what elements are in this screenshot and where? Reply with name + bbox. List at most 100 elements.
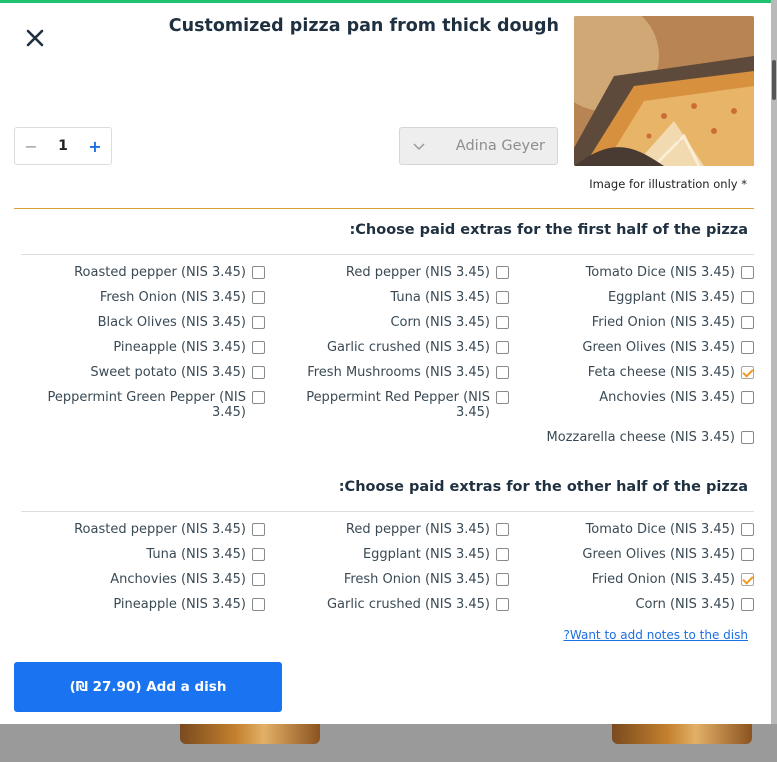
extra-option[interactable]: Peppermint Green Pepper (NIS 3.45) [20, 390, 265, 420]
extra-option-label: Pineapple (NIS 3.45) [113, 340, 246, 355]
extra-checkbox[interactable] [741, 341, 754, 354]
extra-option[interactable]: Eggplant (NIS 3.45) [260, 547, 509, 562]
extra-checkbox[interactable] [496, 573, 509, 586]
extra-checkbox[interactable] [252, 598, 265, 611]
extra-option-label: Red pepper (NIS 3.45) [345, 522, 490, 537]
extra-option[interactable]: Corn (NIS 3.45) [490, 597, 754, 612]
extra-checkbox[interactable] [252, 266, 265, 279]
extra-checkbox[interactable] [496, 598, 509, 611]
extra-option[interactable]: Green Olives (NIS 3.45) [490, 340, 754, 355]
extra-checkbox[interactable] [741, 523, 754, 536]
image-disclaimer: Image for illustration only * [589, 177, 747, 191]
extra-option-label: Feta cheese (NIS 3.45) [587, 365, 735, 380]
extra-option[interactable]: Anchovies (NIS 3.45) [490, 390, 754, 405]
extra-option[interactable]: Tomato Dice (NIS 3.45) [490, 522, 754, 537]
extra-option[interactable]: Green Olives (NIS 3.45) [490, 547, 754, 562]
extra-option[interactable]: Roasted pepper (NIS 3.45) [20, 522, 265, 537]
extra-option-label: Garlic crushed (NIS 3.45) [326, 597, 490, 612]
quantity-increase-button[interactable]: + [79, 137, 111, 156]
extra-checkbox[interactable] [741, 366, 754, 379]
dish-modal: Customized pizza pan from thick dough Im… [0, 0, 771, 724]
extra-option[interactable]: Eggplant (NIS 3.45) [490, 290, 754, 305]
divider [14, 208, 754, 209]
extra-option-label: Tuna (NIS 3.45) [146, 547, 246, 562]
extra-checkbox[interactable] [252, 573, 265, 586]
extra-option-label: Peppermint Red Pepper (NIS 3.45) [306, 390, 490, 420]
extra-checkbox[interactable] [496, 548, 509, 561]
extra-option[interactable]: Tuna (NIS 3.45) [20, 547, 265, 562]
extra-checkbox[interactable] [496, 523, 509, 536]
extra-option-label: Fresh Onion (NIS 3.45) [343, 572, 490, 587]
diner-select[interactable]: Adina Geyer [399, 127, 558, 165]
extra-option-label: Roasted pepper (NIS 3.45) [74, 522, 246, 537]
background-dish-image [180, 724, 320, 744]
extra-option-label: Fried Onion (NIS 3.45) [591, 572, 735, 587]
extra-option[interactable]: Mozzarella cheese (NIS 3.45) [490, 430, 754, 445]
extra-option[interactable]: Fresh Onion (NIS 3.45) [260, 572, 509, 587]
close-icon [26, 29, 44, 47]
extra-checkbox[interactable] [496, 341, 509, 354]
extra-option-label: Anchovies (NIS 3.45) [110, 572, 246, 587]
close-button[interactable] [22, 25, 48, 51]
extra-option-label: Green Olives (NIS 3.45) [582, 547, 735, 562]
extra-option-label: Red pepper (NIS 3.45) [345, 265, 490, 280]
extra-option[interactable]: Garlic crushed (NIS 3.45) [260, 597, 509, 612]
extra-checkbox[interactable] [741, 291, 754, 304]
extra-option[interactable]: Corn (NIS 3.45) [260, 315, 509, 330]
extra-checkbox[interactable] [741, 431, 754, 444]
add-notes-link[interactable]: ?Want to add notes to the dish [564, 628, 749, 642]
extra-option[interactable]: Red pepper (NIS 3.45) [260, 522, 509, 537]
first-half-extras-title: :Choose paid extras for the first half o… [349, 222, 748, 238]
extra-option-label: Corn (NIS 3.45) [390, 315, 490, 330]
extra-option[interactable]: Fresh Mushrooms (NIS 3.45) [260, 365, 509, 380]
extra-option[interactable]: Feta cheese (NIS 3.45) [490, 365, 754, 380]
extra-checkbox[interactable] [252, 291, 265, 304]
extra-checkbox[interactable] [496, 391, 509, 404]
page-scrollbar[interactable] [771, 0, 777, 724]
extra-option[interactable]: Garlic crushed (NIS 3.45) [260, 340, 509, 355]
extra-option[interactable]: Tuna (NIS 3.45) [260, 290, 509, 305]
extra-checkbox[interactable] [741, 316, 754, 329]
extra-option-label: Fresh Onion (NIS 3.45) [99, 290, 246, 305]
extra-option-label: Garlic crushed (NIS 3.45) [326, 340, 490, 355]
extra-checkbox[interactable] [496, 366, 509, 379]
section-divider [21, 511, 754, 512]
extra-option-label: Corn (NIS 3.45) [635, 597, 735, 612]
add-dish-button[interactable]: (₪ 27.90) Add a dish [14, 662, 282, 712]
extra-option[interactable]: Tomato Dice (NIS 3.45) [490, 265, 754, 280]
page-scrollbar-thumb[interactable] [772, 60, 776, 100]
extra-option[interactable]: Fried Onion (NIS 3.45) [490, 572, 754, 587]
extra-checkbox[interactable] [252, 366, 265, 379]
quantity-decrease-button[interactable]: − [15, 137, 47, 156]
extra-option-label: Peppermint Green Pepper (NIS 3.45) [47, 390, 246, 420]
extra-checkbox[interactable] [741, 266, 754, 279]
extra-checkbox[interactable] [496, 266, 509, 279]
extra-option[interactable]: Pineapple (NIS 3.45) [20, 597, 265, 612]
extra-checkbox[interactable] [252, 391, 265, 404]
extra-option[interactable]: Fresh Onion (NIS 3.45) [20, 290, 265, 305]
extra-checkbox[interactable] [741, 391, 754, 404]
extra-option[interactable]: Peppermint Red Pepper (NIS 3.45) [260, 390, 509, 420]
extra-checkbox[interactable] [252, 548, 265, 561]
extra-option-label: Black Olives (NIS 3.45) [97, 315, 246, 330]
extra-option[interactable]: Roasted pepper (NIS 3.45) [20, 265, 265, 280]
quantity-stepper: − 1 + [14, 127, 112, 165]
extra-option-label: Roasted pepper (NIS 3.45) [74, 265, 246, 280]
extra-option[interactable]: Pineapple (NIS 3.45) [20, 340, 265, 355]
dish-image [574, 16, 754, 166]
extra-option[interactable]: Red pepper (NIS 3.45) [260, 265, 509, 280]
chevron-down-icon [413, 143, 425, 151]
extra-checkbox[interactable] [252, 523, 265, 536]
extra-checkbox[interactable] [741, 548, 754, 561]
extra-checkbox[interactable] [741, 598, 754, 611]
extra-option[interactable]: Fried Onion (NIS 3.45) [490, 315, 754, 330]
extra-checkbox[interactable] [252, 341, 265, 354]
extra-checkbox[interactable] [496, 316, 509, 329]
extra-option[interactable]: Anchovies (NIS 3.45) [20, 572, 265, 587]
extra-checkbox[interactable] [496, 291, 509, 304]
extra-checkbox[interactable] [741, 573, 754, 586]
extra-option[interactable]: Sweet potato (NIS 3.45) [20, 365, 265, 380]
extra-checkbox[interactable] [252, 316, 265, 329]
quantity-value: 1 [58, 138, 68, 154]
extra-option[interactable]: Black Olives (NIS 3.45) [20, 315, 265, 330]
